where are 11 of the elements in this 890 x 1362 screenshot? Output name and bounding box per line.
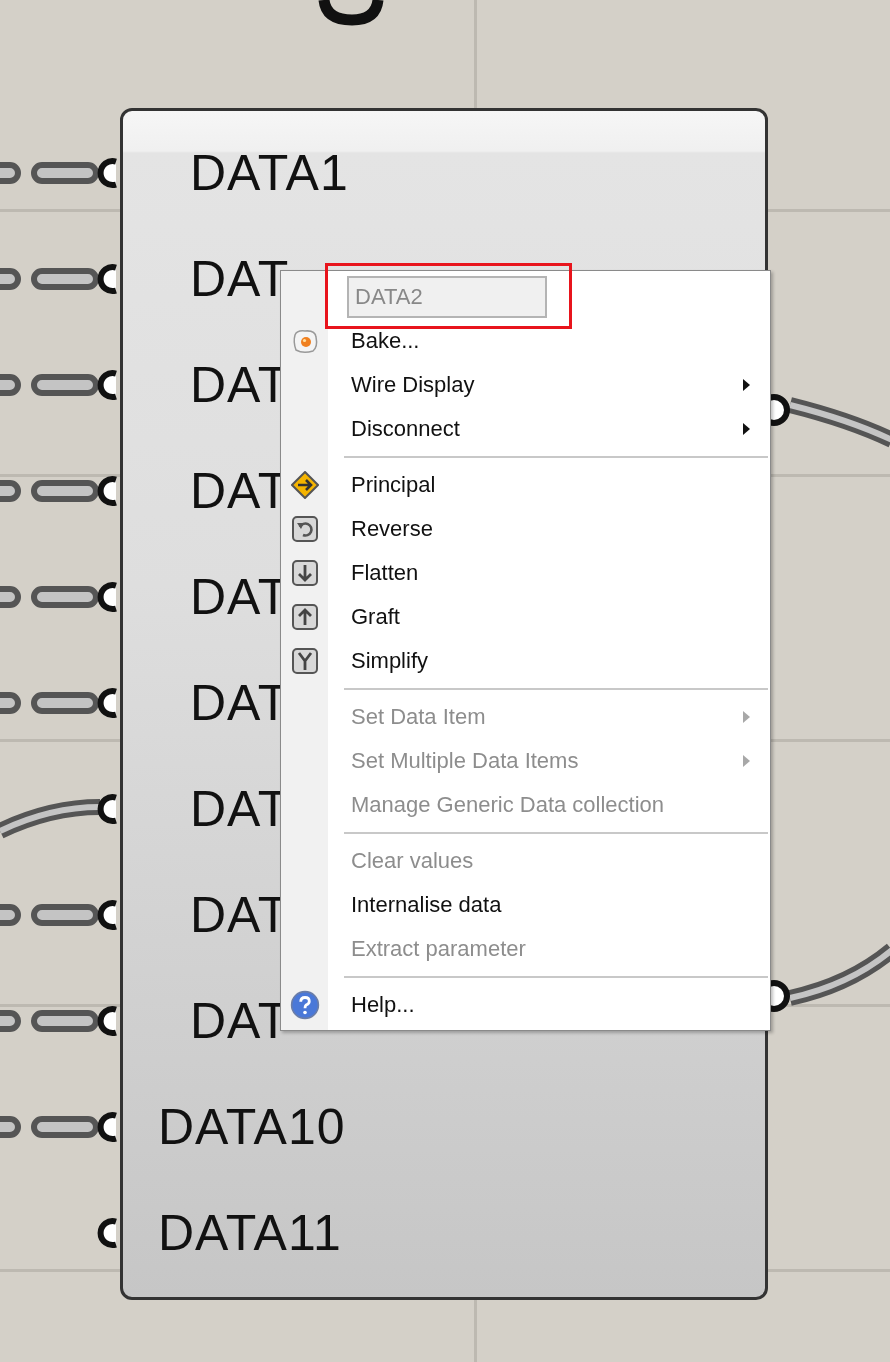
input-label: DAT (190, 780, 290, 838)
input-label: DAT (190, 250, 290, 308)
input-label: DATA10 (158, 1098, 346, 1156)
input-label: DAT (190, 462, 290, 520)
input-label: DAT (190, 886, 290, 944)
input-label: DAT (190, 568, 290, 626)
input-label: DAT (190, 356, 290, 414)
input-label: DATA11 (158, 1204, 342, 1262)
input-label: DAT (190, 674, 290, 732)
input-label: DAT (190, 992, 290, 1050)
input-label: DATA1 (190, 144, 349, 202)
